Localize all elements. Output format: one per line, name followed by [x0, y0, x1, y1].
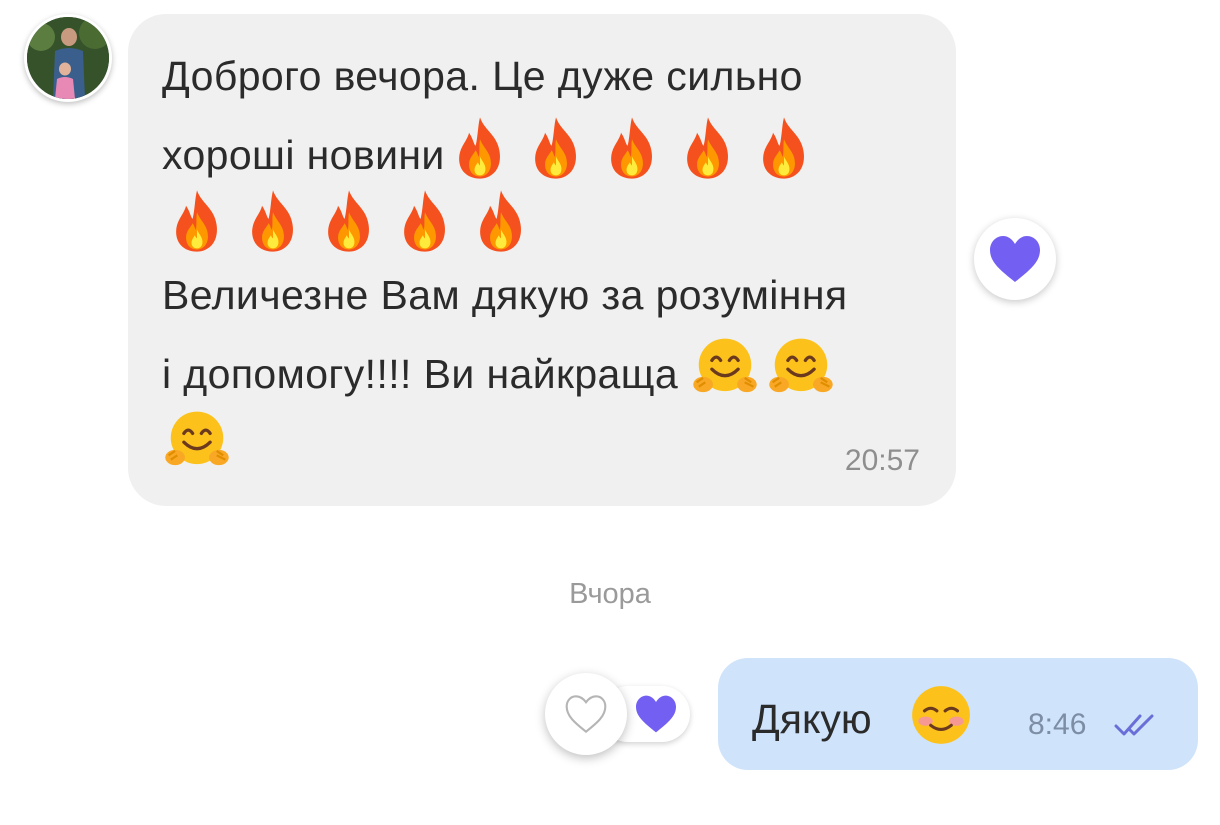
message-line-text: хороші новини	[162, 132, 445, 178]
heart-icon	[990, 236, 1040, 282]
fire-emoji-icon	[521, 113, 591, 183]
date-divider: Вчора	[569, 578, 651, 610]
hugging-face-emoji-icon	[162, 405, 232, 475]
incoming-message-text: Доброго вечора. Це дуже сильно хороші но…	[162, 40, 922, 478]
fire-emoji-icon	[390, 186, 460, 256]
fire-emoji-icon	[673, 113, 743, 183]
fire-emoji-icon	[749, 113, 819, 183]
hugging-face-emoji-icon	[690, 332, 760, 402]
outgoing-message-text: Дякую	[752, 696, 872, 742]
message-line: хороші новини	[162, 113, 922, 186]
avatar-photo	[27, 17, 109, 99]
message-line-text: і допомогу!!!! Ви найкраща	[162, 351, 679, 397]
fire-emoji-icon	[314, 186, 384, 256]
smiling-face-emoji-icon	[908, 682, 974, 748]
heart-outline-icon	[565, 695, 607, 733]
hugging-face-emoji-icon	[766, 332, 836, 402]
fire-emoji-icon	[445, 113, 515, 183]
message-timestamp: 20:57	[844, 444, 920, 477]
message-line: Величезне Вам дякую за розуміння	[162, 272, 848, 318]
message-line: і допомогу!!!! Ви найкраща	[162, 332, 922, 405]
chat-view: Доброго вечора. Це дуже сильно хороші но…	[0, 0, 1220, 825]
fire-emoji-icon	[597, 113, 667, 183]
message-line: Доброго вечора. Це дуже сильно	[162, 53, 803, 99]
heart-icon	[636, 695, 676, 733]
add-reaction-button[interactable]	[545, 673, 627, 755]
outgoing-message-bubble[interactable]: Дякую 8:46	[718, 658, 1198, 770]
fire-emoji-icon	[466, 186, 536, 256]
double-check-icon	[1114, 714, 1154, 736]
message-timestamp: 8:46	[1028, 708, 1087, 741]
fire-emoji-icon	[162, 186, 232, 256]
reaction-button[interactable]	[974, 218, 1056, 300]
message-line	[162, 186, 922, 259]
fire-emoji-icon	[238, 186, 308, 256]
incoming-message-bubble[interactable]: Доброго вечора. Це дуже сильно хороші но…	[128, 14, 956, 506]
avatar[interactable]	[24, 14, 112, 102]
message-line	[162, 405, 922, 478]
